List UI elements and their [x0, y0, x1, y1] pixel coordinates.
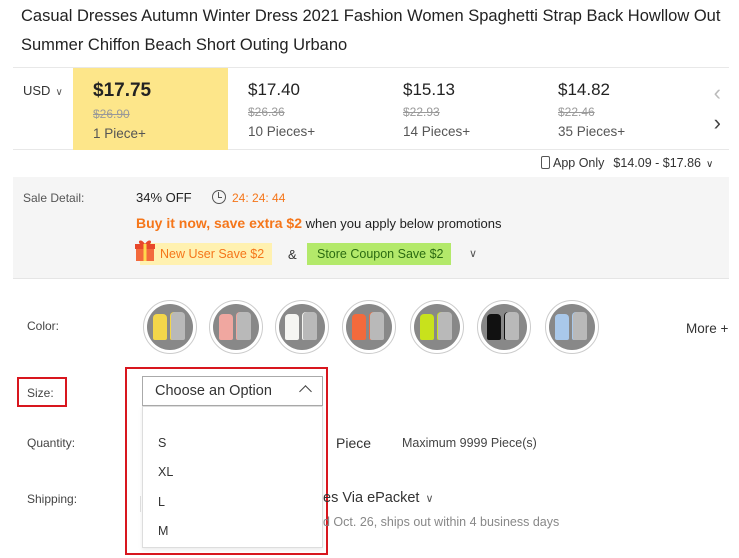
chevron-down-icon[interactable]: ∨ [469, 247, 477, 260]
swatch-image [346, 304, 392, 350]
swatch-image [549, 304, 595, 350]
size-dropdown-highlight [125, 367, 328, 555]
promo-highlight: Buy it now, save extra $2 [136, 215, 302, 231]
price-tier-1[interactable]: $17.75 $26.90 1 Piece+ [73, 68, 228, 150]
swatch-image [213, 304, 259, 350]
plus-icon: + [720, 321, 729, 336]
shipping-selector-edge [140, 496, 146, 512]
shipping-label: Shipping: [27, 492, 78, 506]
tier-quantity: 35 Pieces+ [558, 124, 626, 139]
shipping-method: es Via ePacket [323, 490, 420, 506]
discount-text: 34% OFF [136, 190, 192, 205]
price-tier-strip: USD ∨ $17.75 $26.90 1 Piece+ $17.40 $26.3… [13, 67, 729, 150]
app-only-price[interactable]: App Only $14.09 - $17.86 ∨ [541, 156, 713, 170]
promo-text: when you apply below promotions [302, 216, 502, 231]
color-swatch-yellow[interactable] [143, 300, 197, 354]
tier-original-price: $26.90 [93, 107, 130, 121]
quantity-unit: Piece [336, 435, 372, 451]
tier-original-price: $22.93 [403, 105, 440, 119]
app-only-label: App Only [553, 156, 605, 170]
more-colors-button[interactable]: More + [686, 321, 728, 336]
currency-label: USD [23, 83, 51, 98]
color-label: Color: [27, 319, 60, 333]
sale-detail-label: Sale Detail: [23, 191, 85, 205]
color-swatch-pink[interactable] [209, 300, 263, 354]
gift-icon [135, 240, 155, 261]
chevron-left-icon[interactable]: ‹ [714, 80, 721, 106]
store-coupon[interactable]: Store Coupon Save $2 [307, 243, 452, 265]
app-only-range: $14.09 - $17.86 [613, 156, 701, 170]
tier-price: $14.82 [558, 80, 610, 99]
currency-selector[interactable]: USD ∨ [23, 83, 63, 98]
shipping-eta: d Oct. 26, ships out within 4 business d… [323, 515, 560, 529]
price-tier-4[interactable]: $14.82 $22.46 35 Pieces+ [538, 68, 693, 150]
tier-quantity: 10 Pieces+ [248, 124, 316, 139]
ampersand: & [288, 247, 297, 262]
new-user-coupon[interactable]: New User Save $2 [140, 243, 273, 265]
swatch-image [279, 304, 325, 350]
size-label-highlight [17, 377, 67, 407]
product-title: Casual Dresses Autumn Winter Dress 2021 … [21, 7, 721, 54]
price-tier-3[interactable]: $15.13 $22.93 14 Pieces+ [383, 68, 538, 150]
tier-original-price: $22.46 [558, 105, 595, 119]
chevron-down-icon: ∨ [425, 493, 434, 505]
tier-quantity: 14 Pieces+ [403, 124, 471, 139]
tier-quantity: 1 Piece+ [93, 126, 146, 141]
tier-price: $17.75 [93, 80, 152, 101]
tier-price: $15.13 [403, 80, 455, 99]
quantity-label: Quantity: [27, 436, 76, 450]
phone-icon [541, 156, 550, 169]
quantity-max: Maximum 9999 Piece(s) [402, 436, 537, 450]
color-swatch-white[interactable] [275, 300, 329, 354]
promo-line: Buy it now, save extra $2 when you apply… [136, 215, 501, 231]
swatch-image [481, 304, 527, 350]
price-tier-2[interactable]: $17.40 $26.36 10 Pieces+ [228, 68, 383, 150]
chevron-right-icon[interactable]: › [714, 110, 721, 136]
color-swatch-blue[interactable] [545, 300, 599, 354]
swatch-image [147, 304, 193, 350]
shipping-method-selector[interactable]: es Via ePacket ∨ [323, 490, 434, 506]
tier-original-price: $26.36 [248, 105, 285, 119]
color-swatch-orange[interactable] [342, 300, 396, 354]
chevron-down-icon: ∨ [55, 87, 63, 98]
more-label: More [686, 321, 717, 336]
color-swatch-black[interactable] [477, 300, 531, 354]
chevron-down-icon: ∨ [706, 159, 714, 170]
countdown-timer: 24: 24: 44 [232, 191, 286, 205]
swatch-image [414, 304, 460, 350]
color-swatch-lime[interactable] [410, 300, 464, 354]
tier-price: $17.40 [248, 80, 300, 99]
clock-icon [212, 190, 226, 204]
sale-detail-panel: Sale Detail: 34% OFF 24: 24: 44 Buy it n… [13, 177, 729, 279]
